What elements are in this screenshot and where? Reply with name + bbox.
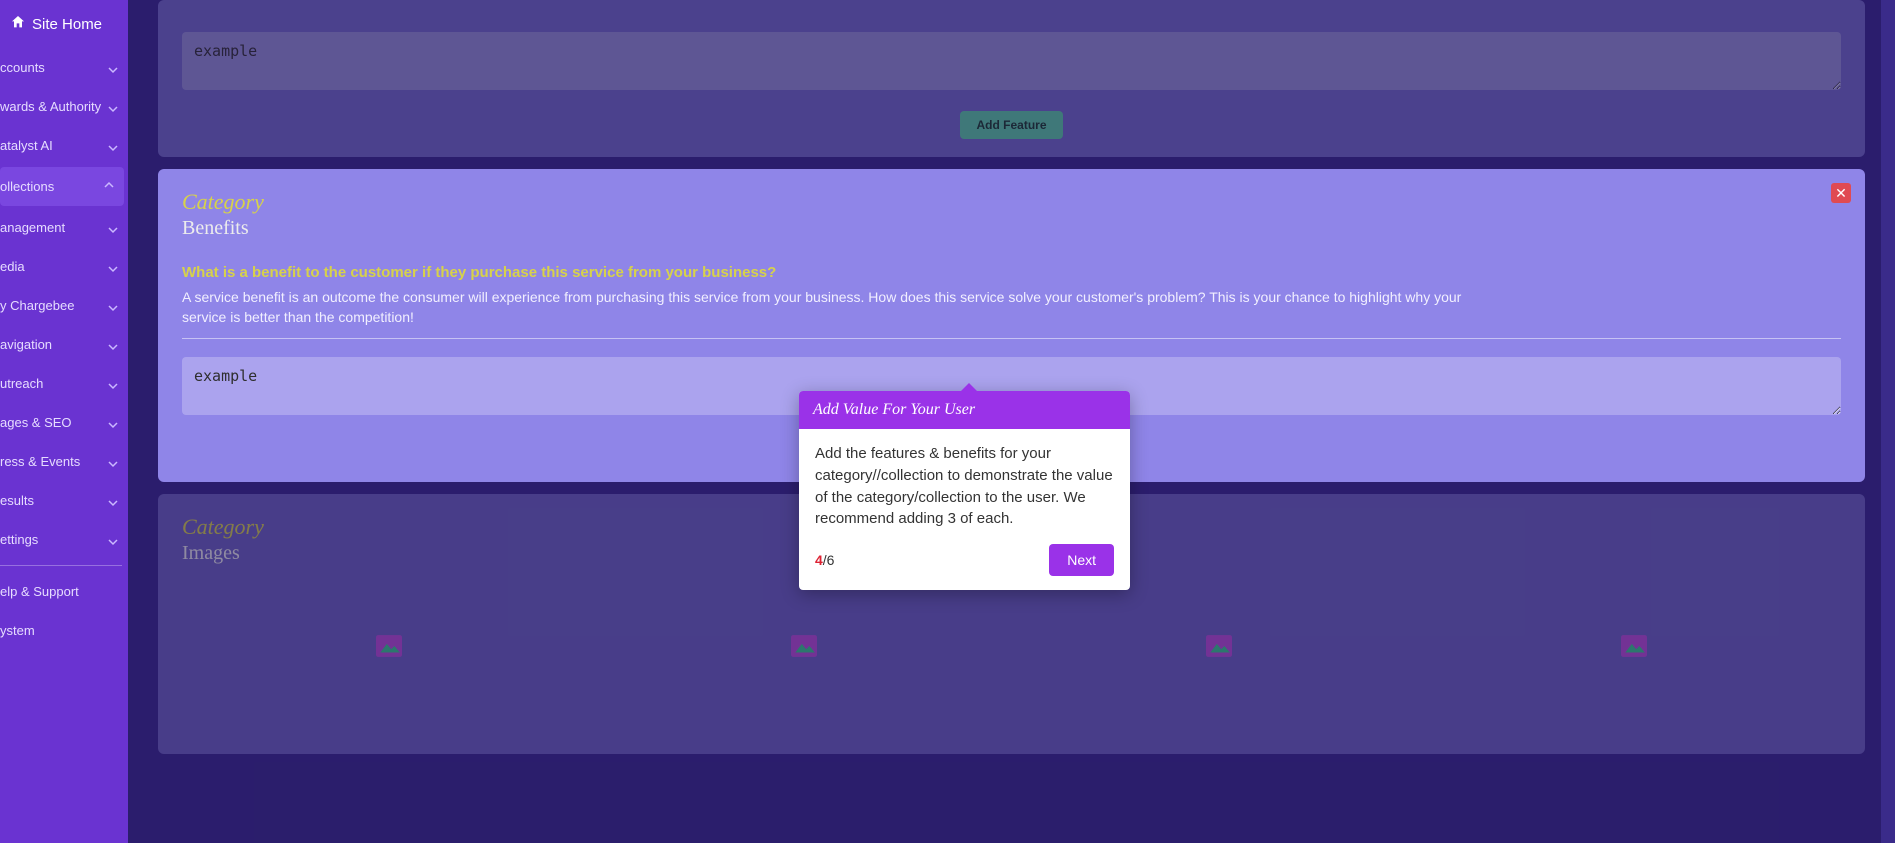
sidebar-item-press-events[interactable]: ress & Events <box>0 442 128 481</box>
feature-textarea[interactable] <box>182 32 1841 90</box>
chevron-down-icon <box>108 301 118 311</box>
chevron-down-icon <box>108 379 118 389</box>
popover-step-current: 4 <box>815 552 823 568</box>
image-placeholder-icon[interactable] <box>1206 635 1232 657</box>
sidebar-item-label: edia <box>0 259 25 274</box>
sidebar-item-navigation[interactable]: avigation <box>0 325 128 364</box>
home-icon <box>10 14 26 34</box>
close-icon[interactable]: ✕ <box>1831 183 1851 203</box>
chevron-down-icon <box>108 141 118 151</box>
sidebar-item-catalyst-ai[interactable]: atalyst AI <box>0 126 128 165</box>
sidebar-item-accounts[interactable]: ccounts <box>0 48 128 87</box>
sidebar-item-pages-seo[interactable]: ages & SEO <box>0 403 128 442</box>
benefit-prompt: What is a benefit to the customer if the… <box>182 264 1841 281</box>
sidebar-item-label: ccounts <box>0 60 45 75</box>
main-content: Add Feature ✕ Category Benefits What is … <box>128 0 1895 843</box>
popover-title: Add Value For Your User <box>799 391 1130 429</box>
sidebar-item-label: elp & Support <box>0 584 79 599</box>
sidebar-item-label: utreach <box>0 376 43 391</box>
sidebar-item-my-chargebee[interactable]: y Chargebee <box>0 286 128 325</box>
sidebar-divider <box>0 565 122 566</box>
chevron-down-icon <box>108 102 118 112</box>
popover-body: Add the features & benefits for your cat… <box>799 429 1130 544</box>
sidebar-item-label: ages & SEO <box>0 415 72 430</box>
sidebar-item-results[interactable]: esults <box>0 481 128 520</box>
category-title: Category <box>182 189 1841 215</box>
sidebar-item-label: esults <box>0 493 34 508</box>
image-placeholder-icon[interactable] <box>1621 635 1647 657</box>
sidebar-item-settings[interactable]: ettings <box>0 520 128 559</box>
site-home-label: Site Home <box>32 16 102 33</box>
category-subtitle: Benefits <box>182 217 1841 240</box>
site-home-link[interactable]: Site Home <box>0 0 128 48</box>
sidebar-item-label: ystem <box>0 623 35 638</box>
sidebar-item-help-support[interactable]: elp & Support <box>0 572 128 611</box>
divider <box>182 338 1841 339</box>
sidebar-item-label: atalyst AI <box>0 138 53 153</box>
sidebar-item-label: ettings <box>0 532 38 547</box>
popover-arrow <box>959 383 979 393</box>
sidebar: Site Home ccounts wards & Authority atal… <box>0 0 128 843</box>
sidebar-item-label: ress & Events <box>0 454 80 469</box>
image-placeholder-icon[interactable] <box>376 635 402 657</box>
chevron-down-icon <box>108 340 118 350</box>
sidebar-item-label: ollections <box>0 179 54 194</box>
benefit-helper: A service benefit is an outcome the cons… <box>182 287 1482 328</box>
popover-step-total: /6 <box>823 552 835 568</box>
chevron-down-icon <box>108 535 118 545</box>
sidebar-item-collections[interactable]: ollections <box>0 167 124 206</box>
onboarding-popover: Add Value For Your User Add the features… <box>799 391 1130 590</box>
chevron-down-icon <box>108 262 118 272</box>
sidebar-item-management[interactable]: anagement <box>0 208 128 247</box>
image-placeholder-icon[interactable] <box>791 635 817 657</box>
sidebar-item-label: y Chargebee <box>0 298 74 313</box>
sidebar-item-label: anagement <box>0 220 65 235</box>
add-feature-button[interactable]: Add Feature <box>960 111 1062 139</box>
chevron-down-icon <box>108 457 118 467</box>
image-placeholder-row <box>182 635 1841 657</box>
vertical-scrollbar[interactable] <box>1881 0 1895 843</box>
sidebar-item-outreach[interactable]: utreach <box>0 364 128 403</box>
popover-footer: 4/6 Next <box>799 544 1130 590</box>
sidebar-item-awards-authority[interactable]: wards & Authority <box>0 87 128 126</box>
chevron-down-icon <box>108 418 118 428</box>
popover-step: 4/6 <box>815 552 834 568</box>
chevron-down-icon <box>108 223 118 233</box>
features-card: Add Feature <box>158 0 1865 157</box>
chevron-down-icon <box>108 63 118 73</box>
sidebar-item-label: avigation <box>0 337 52 352</box>
chevron-up-icon <box>104 182 114 192</box>
next-button[interactable]: Next <box>1049 544 1114 576</box>
sidebar-item-system[interactable]: ystem <box>0 611 128 650</box>
sidebar-item-media[interactable]: edia <box>0 247 128 286</box>
chevron-down-icon <box>108 496 118 506</box>
sidebar-item-label: wards & Authority <box>0 99 101 114</box>
